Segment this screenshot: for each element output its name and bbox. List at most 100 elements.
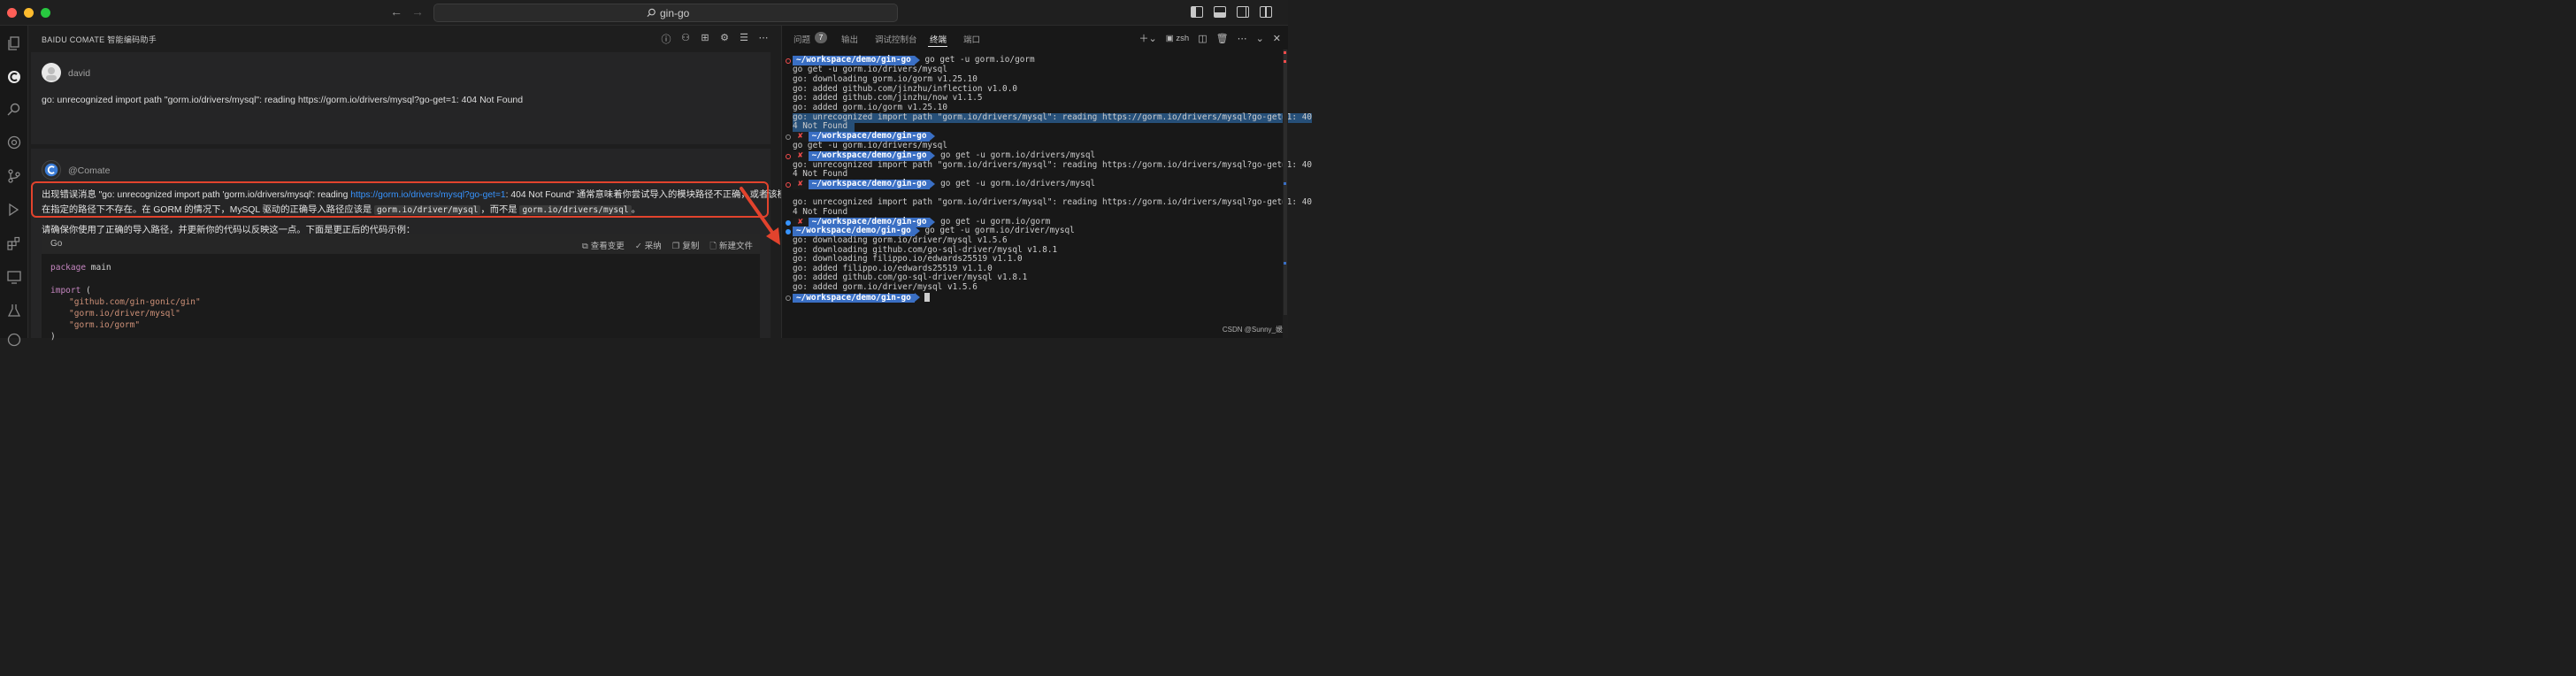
- tab-problems[interactable]: 问题: [794, 33, 810, 45]
- terminal-line: go get -u gorm.io/drivers/mysql: [793, 65, 947, 74]
- close-icon[interactable]: ✕: [1273, 33, 1281, 44]
- layout-controls: [1191, 6, 1272, 18]
- reply-line-1: 出现错误消息 "go: unrecognized import path 'go…: [42, 190, 796, 200]
- panel-tabs: 问题 7 输出 调试控制台 终端 端口 ＋⌄ ▣ zsh ◫ 🗑 ⋯ ⌄ ✕: [782, 26, 1288, 49]
- tab-output[interactable]: 输出: [841, 33, 858, 45]
- comate-avatar: [42, 160, 61, 180]
- terminal-scrollbar[interactable]: [1283, 50, 1288, 338]
- testing-icon[interactable]: [5, 302, 23, 319]
- kill-terminal-icon[interactable]: 🗑: [1216, 33, 1229, 44]
- terminal-line: go get -u gorm.io/drivers/mysql: [793, 141, 947, 150]
- terminal-line: go: added github.com/jinzhu/now v1.1.5: [793, 93, 983, 103]
- code-line: ): [50, 332, 56, 342]
- inline-code: gorm.io/driver/mysql: [374, 205, 481, 215]
- panel-title: BAIDU COMATE 智能编码助手: [42, 35, 157, 44]
- customize-layout-icon[interactable]: [1260, 6, 1272, 18]
- minimize-window-button[interactable]: [24, 8, 34, 18]
- explorer-icon[interactable]: [5, 35, 23, 52]
- view-changes-button[interactable]: ⧉ 查看变更: [582, 239, 625, 254]
- terminal-line: go: downloading gorm.io/gorm v1.25.10: [793, 74, 978, 84]
- user-name: david: [68, 68, 91, 79]
- plugins-icon[interactable]: ⊞: [700, 32, 710, 46]
- back-arrow-icon[interactable]: ←: [390, 4, 402, 19]
- active-tab-underline: [928, 46, 947, 47]
- accept-button[interactable]: ✓ 采纳: [635, 239, 662, 254]
- assistant-message-card: @Comate 出现错误消息 "go: unrecognized import …: [31, 149, 795, 342]
- terminal-prompt-line: ~/workspace/demo/gin-go go get -u gorm.i…: [793, 226, 1075, 236]
- run-debug-icon[interactable]: [5, 201, 23, 219]
- extensions-icon[interactable]: [5, 234, 23, 252]
- terminal-prompt-line: ~/workspace/demo/gin-go: [793, 293, 931, 303]
- terminal-line: go: unrecognized import path "gorm.io/dr…: [793, 160, 1312, 170]
- search-icon[interactable]: [5, 101, 23, 119]
- terminal-line-selected: go: unrecognized import path "gorm.io/dr…: [793, 112, 1312, 123]
- terminal-output[interactable]: ~/workspace/demo/gin-go go get -u gorm.i…: [782, 50, 1312, 338]
- comate-icon[interactable]: [5, 68, 23, 86]
- command-error-marker[interactable]: [786, 58, 791, 64]
- terminal-prompt-line: ✘ ~/workspace/demo/gin-go go get -u gorm.…: [793, 150, 1095, 161]
- terminal-line: go: downloading filippo.io/edwards25519 …: [793, 254, 1023, 264]
- panel-actions: ⓘ ⚇ ⊞ ⚙ ☰ ⋯: [661, 32, 769, 46]
- user-avatar: [42, 63, 61, 82]
- diff-icon: ⧉: [582, 242, 588, 251]
- code-actions: ⧉ 查看变更 ✓ 采纳 ❐ 复制 🗋 新建文件: [582, 239, 753, 254]
- command-center-search[interactable]: gin-go: [433, 4, 898, 22]
- code-line: package main: [50, 263, 111, 273]
- watermark: CSDN @Sunny_媛: [1222, 326, 1283, 334]
- copy-icon: ❐: [671, 242, 680, 251]
- activity-bar: [0, 26, 28, 347]
- terminal-panel: 问题 7 输出 调试控制台 终端 端口 ＋⌄ ▣ zsh ◫ 🗑 ⋯ ⌄ ✕ ~…: [782, 26, 1312, 338]
- terminal-line: go: added gorm.io/driver/mysql v1.5.6: [793, 282, 978, 292]
- check-icon: ✓: [634, 242, 642, 251]
- code-block: Go ⧉ 查看变更 ✓ 采纳 ❐ 复制 🗋 新建文件 package main impo…: [42, 234, 760, 342]
- command-error-marker[interactable]: [786, 154, 791, 159]
- code-line: "gorm.io/gorm": [69, 320, 141, 330]
- terminal-cursor: [924, 293, 931, 302]
- tab-debug-console[interactable]: 调试控制台: [875, 33, 917, 45]
- toggle-secondary-sidebar-icon[interactable]: [1237, 6, 1249, 18]
- code-line: "gorm.io/driver/mysql": [69, 309, 180, 319]
- assistant-name: @Comate: [68, 165, 111, 176]
- split-terminal-icon[interactable]: ◫: [1198, 33, 1207, 44]
- terminal-shell-icon[interactable]: ▣ zsh: [1166, 34, 1189, 43]
- menu-list-icon[interactable]: ☰: [739, 32, 749, 46]
- source-control-icon[interactable]: [5, 167, 23, 185]
- terminal-line: go: added github.com/go-sql-driver/mysql…: [793, 273, 1028, 282]
- inline-code: gorm.io/drivers/mysql: [519, 205, 632, 215]
- settings-icon[interactable]: ⚙: [719, 32, 730, 46]
- terminal-line: 4 Not Found: [793, 169, 848, 179]
- search-text: gin-go: [660, 7, 690, 19]
- code-line: "github.com/gin-gonic/gin": [69, 297, 201, 307]
- zoom-window-button[interactable]: [41, 8, 50, 18]
- code-line: import (: [50, 286, 91, 296]
- new-terminal-icon[interactable]: ＋⌄: [1139, 31, 1157, 45]
- toggle-primary-sidebar-icon[interactable]: [1191, 6, 1203, 18]
- help-icon[interactable]: ⓘ: [661, 32, 671, 46]
- more-icon[interactable]: ⋯: [1238, 33, 1247, 44]
- tab-ports[interactable]: 端口: [963, 33, 980, 45]
- command-marker[interactable]: [786, 296, 791, 301]
- comate-chat-panel: BAIDU COMATE 智能编码助手 ⓘ ⚇ ⊞ ⚙ ☰ ⋯ david go…: [29, 26, 795, 342]
- problems-count-badge: 7: [815, 32, 827, 43]
- terminal-line: go: downloading gorm.io/driver/mysql v1.…: [793, 235, 1008, 245]
- copy-button[interactable]: ❐ 复制: [672, 239, 700, 254]
- terminal-prompt-line: ✘ ~/workspace/demo/gin-go: [793, 131, 936, 142]
- tab-terminal[interactable]: 终端: [930, 33, 947, 45]
- forward-arrow-icon[interactable]: →: [411, 4, 424, 19]
- github-icon[interactable]: [5, 331, 23, 349]
- new-file-icon: 🗋: [709, 242, 717, 251]
- close-window-button[interactable]: [7, 8, 17, 18]
- command-marker[interactable]: [786, 134, 791, 140]
- reply-line-2: 在指定的路径下不存在。在 GORM 的情况下，MySQL 驱动的正确导入路径应该…: [42, 205, 640, 215]
- terminal-line: 4 Not Found: [793, 207, 848, 217]
- code-block-header: Go ⧉ 查看变更 ✓ 采纳 ❐ 复制 🗋 新建文件: [42, 234, 760, 254]
- reply-link[interactable]: https://gorm.io/drivers/mysql?go-get=1: [350, 190, 505, 200]
- more-icon[interactable]: ⋯: [758, 32, 769, 46]
- user-message-text: go: unrecognized import path "gorm.io/dr…: [42, 95, 524, 105]
- user-switch-icon[interactable]: ⚇: [680, 32, 691, 46]
- remote-explorer-icon[interactable]: [5, 268, 23, 286]
- reply-line-3: 请确保你使用了正确的导入路径，并更新你的代码以反映这一点。下面是更正后的代码示例…: [42, 226, 416, 235]
- toggle-panel-icon[interactable]: [1214, 6, 1226, 18]
- chevron-down-icon[interactable]: ⌄: [1256, 33, 1264, 44]
- openai-icon[interactable]: [5, 134, 23, 151]
